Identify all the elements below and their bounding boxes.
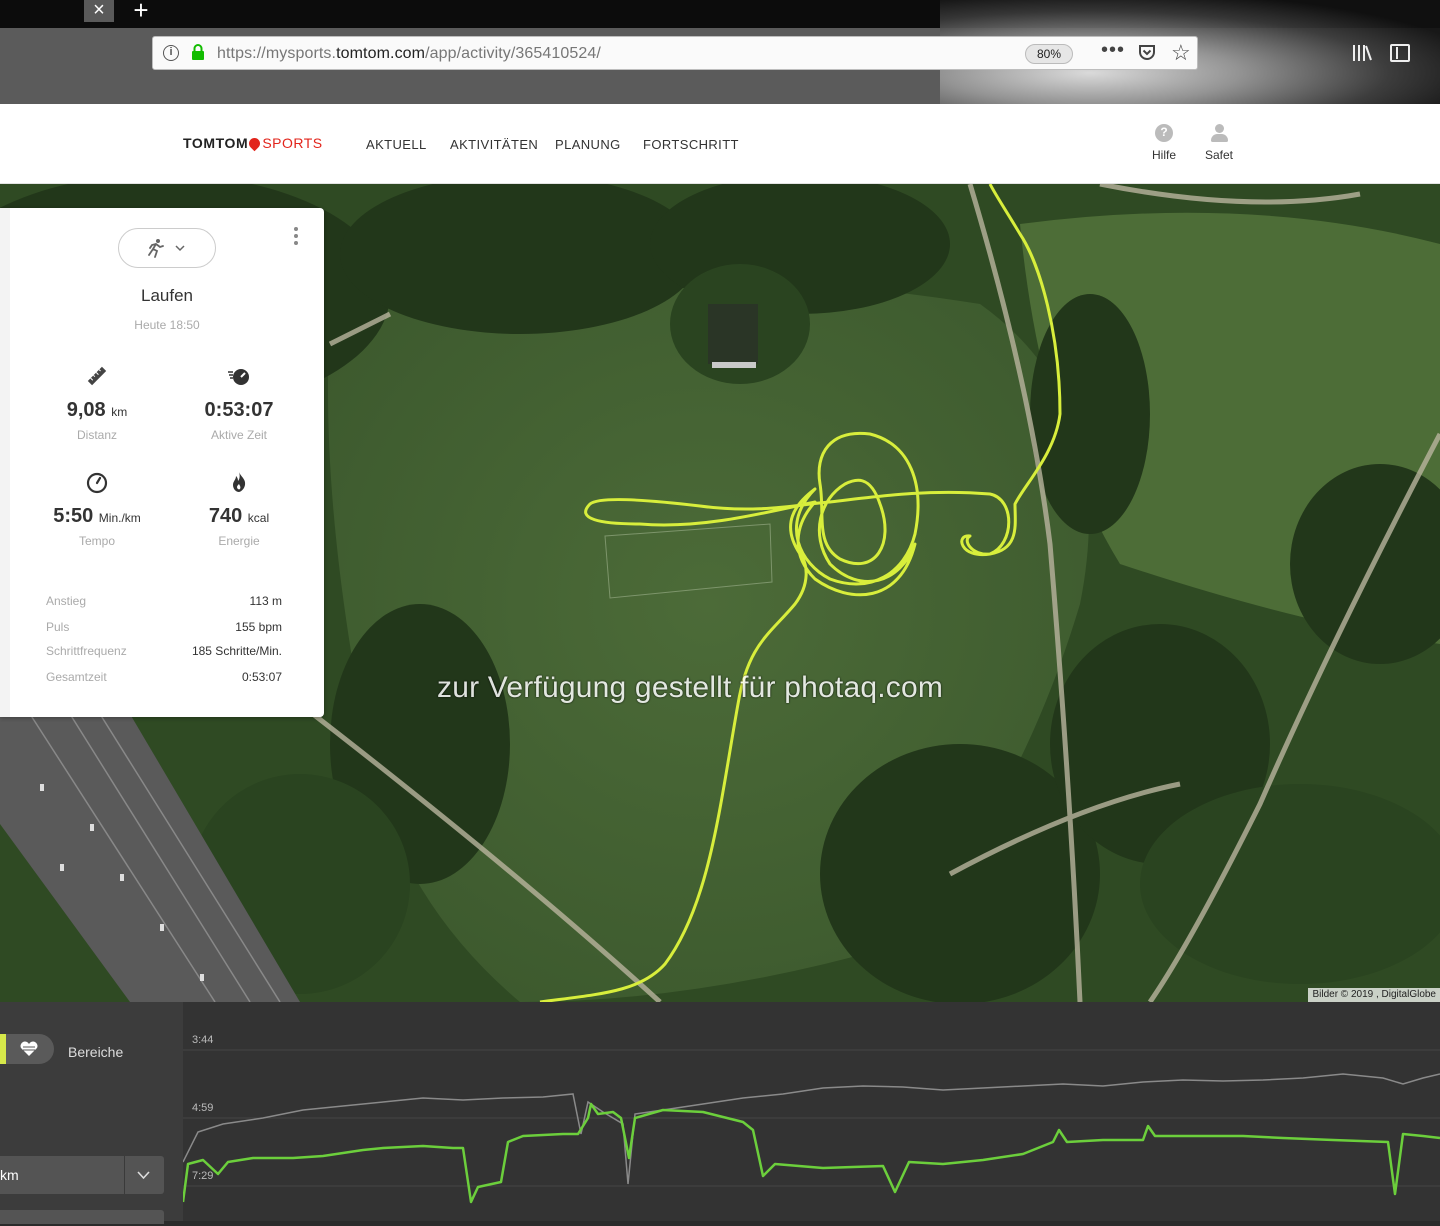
- pace-graph[interactable]: 3:44 4:59 7:29: [181, 1002, 1440, 1221]
- stat-pace: 5:50 Min./km Tempo: [22, 470, 172, 548]
- pocket-icon[interactable]: [1138, 44, 1156, 62]
- pace-graph-canvas: [181, 1049, 1440, 1204]
- site-header: TOMTOM SPORTS AKTUELL AKTIVITÄTEN PLANUNG…: [0, 104, 1440, 184]
- stat-active-time: 0:53:07 Aktive Zeit: [164, 364, 314, 442]
- stopwatch-icon: [228, 369, 249, 385]
- map-credit: Bilder © 2019 , DigitalGlobe: [1308, 988, 1440, 1002]
- nav-fortschritt[interactable]: FORTSCHRITT: [643, 137, 739, 152]
- x-axis-unit-select[interactable]: km: [0, 1156, 164, 1194]
- detail-label: Anstieg: [46, 594, 87, 608]
- energy-label: Energie: [218, 534, 260, 548]
- detail-row-total-time: Gesamtzeit 0:53:07: [46, 670, 282, 686]
- pace-label: Tempo: [78, 534, 116, 548]
- user-icon: [1210, 124, 1228, 142]
- activity-date: Heute 18:50: [134, 318, 200, 332]
- help-button[interactable]: Hilfe: [1134, 124, 1194, 162]
- page-actions-icon[interactable]: •••: [1101, 39, 1125, 62]
- sport-type-select[interactable]: [118, 228, 216, 268]
- bookmark-star-icon[interactable]: ☆: [1171, 40, 1191, 66]
- zoom-level-badge[interactable]: 80%: [1025, 44, 1073, 64]
- flame-icon: [233, 472, 246, 492]
- detail-row-cadence: Schrittfrequenz 185 Schritte/Min.: [46, 644, 282, 660]
- y-tick-label: 7:29: [192, 1170, 214, 1182]
- info-icon[interactable]: i: [163, 45, 179, 61]
- pace-value: 5:50: [53, 505, 94, 527]
- help-icon: [1155, 124, 1173, 142]
- y-tick-label: 4:59: [192, 1102, 214, 1114]
- url-text[interactable]: https://mysports.tomtom.com/app/activity…: [217, 45, 601, 63]
- energy-unit: kcal: [247, 511, 270, 525]
- user-menu-button[interactable]: Safet: [1189, 124, 1249, 162]
- unit-select-value: km: [0, 1167, 19, 1183]
- speedometer-icon: [86, 472, 108, 494]
- active-time-label: Aktive Zeit: [210, 428, 267, 442]
- watermark-text: zur Verfügung gestellt für photaq.com: [437, 671, 944, 704]
- running-icon: [148, 239, 164, 258]
- detail-label: Schrittfrequenz: [46, 644, 127, 658]
- detail-row-ascent: Anstieg 113 m: [46, 594, 282, 610]
- activity-title: Laufen: [141, 286, 193, 305]
- close-tab-icon[interactable]: ×: [84, 0, 114, 22]
- chevron-down-icon: [137, 1171, 150, 1180]
- y-tick-label: 3:44: [192, 1034, 214, 1046]
- pace-unit: Min./km: [98, 511, 141, 525]
- distance-label: Distanz: [76, 428, 117, 442]
- detail-value: 0:53:07: [241, 670, 282, 684]
- select-divider: [124, 1156, 125, 1194]
- active-time-value: 0:53:07: [204, 399, 274, 421]
- chevron-down-icon: [175, 245, 185, 252]
- detail-label: Gesamtzeit: [46, 670, 107, 684]
- more-options-icon[interactable]: [292, 227, 300, 247]
- help-label: Hilfe: [1151, 148, 1176, 162]
- detail-value: 155 bpm: [235, 620, 282, 634]
- graph-panel: Bereiche km 3:44 4:59 7:29: [0, 1002, 1440, 1224]
- detail-value: 113 m: [249, 594, 282, 608]
- distance-unit: km: [111, 405, 128, 419]
- heart-zones-toggle[interactable]: [0, 1034, 54, 1064]
- address-bar[interactable]: i https://mysports.tomtom.com/app/activi…: [152, 36, 1198, 70]
- heart-icon: [20, 1041, 38, 1056]
- ruler-icon: [87, 366, 107, 386]
- detail-label: Puls: [46, 620, 70, 634]
- zones-label: Bereiche: [68, 1044, 124, 1060]
- graph-controls: Bereiche km: [0, 1002, 183, 1224]
- library-icon[interactable]: [1352, 44, 1372, 62]
- nav-aktivitaeten[interactable]: AKTIVITÄTEN: [450, 137, 538, 152]
- detail-value: 185 Schritte/Min.: [191, 644, 282, 658]
- route-line: [539, 184, 1062, 1002]
- lock-icon: [192, 44, 204, 60]
- nav-planung[interactable]: PLANUNG: [555, 137, 621, 152]
- tomtom-sports-logo[interactable]: TOMTOM SPORTS: [183, 135, 323, 152]
- new-tab-icon[interactable]: +: [128, 0, 154, 23]
- logo-mark-icon: [247, 135, 263, 152]
- metric-select[interactable]: [0, 1210, 164, 1224]
- stat-energy: 740 kcal Energie: [164, 470, 314, 548]
- energy-value: 740: [208, 505, 243, 527]
- detail-row-heart-rate: Puls 155 bpm: [46, 620, 282, 636]
- distance-value: 9,08: [66, 399, 106, 421]
- activity-summary-card: Laufen Heute 18:50 9,08 km Distanz 0:53:…: [0, 208, 324, 717]
- stat-distance: 9,08 km Distanz: [22, 364, 172, 442]
- pace-line: [181, 1102, 1440, 1204]
- nav-aktuell[interactable]: AKTUELL: [366, 137, 427, 152]
- toggle-active-indicator: [0, 1034, 6, 1064]
- sidebar-toggle-icon[interactable]: [1390, 44, 1410, 62]
- user-name: Safet: [1204, 148, 1234, 162]
